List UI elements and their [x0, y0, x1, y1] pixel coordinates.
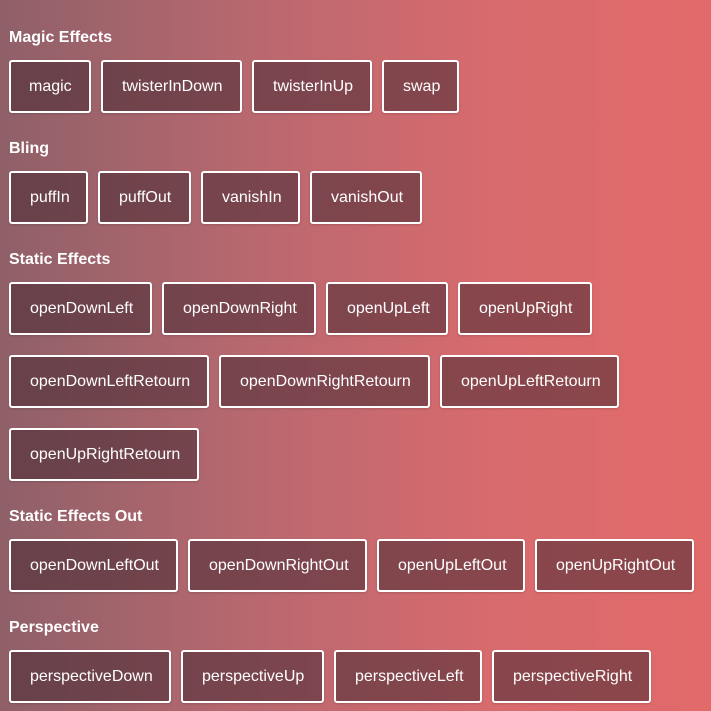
button-row-static-effects-1: openDownLeft openDownRight openUpLeft op…: [9, 282, 592, 335]
effect-button-openDownRight[interactable]: openDownRight: [162, 282, 316, 335]
effect-button-perspectiveDown[interactable]: perspectiveDown: [9, 650, 171, 703]
effect-button-twisterInUp[interactable]: twisterInUp: [252, 60, 372, 113]
effect-button-openUpRight[interactable]: openUpRight: [458, 282, 592, 335]
effect-button-openDownRightRetourn[interactable]: openDownRightRetourn: [219, 355, 430, 408]
section-title-static-effects: Static Effects: [9, 251, 111, 268]
effect-button-openDownLeftOut[interactable]: openDownLeftOut: [9, 539, 178, 592]
effects-demo-page: Magic Effects magic twisterInDown twiste…: [0, 0, 711, 711]
effect-button-twisterInDown[interactable]: twisterInDown: [101, 60, 242, 113]
effect-button-perspectiveRight[interactable]: perspectiveRight: [492, 650, 651, 703]
effect-button-openUpLeft[interactable]: openUpLeft: [326, 282, 448, 335]
effect-button-perspectiveLeft[interactable]: perspectiveLeft: [334, 650, 482, 703]
section-title-bling: Bling: [9, 140, 49, 157]
effect-button-magic[interactable]: magic: [9, 60, 91, 113]
effect-button-puffIn[interactable]: puffIn: [9, 171, 88, 224]
effect-button-openDownLeft[interactable]: openDownLeft: [9, 282, 152, 335]
effect-button-swap[interactable]: swap: [382, 60, 459, 113]
section-title-perspective: Perspective: [9, 619, 99, 636]
button-row-static-effects-2: openDownLeftRetourn openDownRightRetourn…: [9, 355, 619, 408]
effect-button-vanishIn[interactable]: vanishIn: [201, 171, 300, 224]
effect-button-openUpLeftOut[interactable]: openUpLeftOut: [377, 539, 525, 592]
button-row-static-effects-out: openDownLeftOut openDownRightOut openUpL…: [9, 539, 694, 592]
button-row-magic-effects: magic twisterInDown twisterInUp swap: [9, 60, 459, 113]
effect-button-openUpRightRetourn[interactable]: openUpRightRetourn: [9, 428, 199, 481]
effect-button-openUpRightOut[interactable]: openUpRightOut: [535, 539, 694, 592]
button-row-perspective: perspectiveDown perspectiveUp perspectiv…: [9, 650, 651, 703]
effect-button-vanishOut[interactable]: vanishOut: [310, 171, 422, 224]
effect-button-openDownRightOut[interactable]: openDownRightOut: [188, 539, 367, 592]
effect-button-perspectiveUp[interactable]: perspectiveUp: [181, 650, 324, 703]
effect-button-openDownLeftRetourn[interactable]: openDownLeftRetourn: [9, 355, 209, 408]
effect-button-puffOut[interactable]: puffOut: [98, 171, 191, 224]
effect-button-openUpLeftRetourn[interactable]: openUpLeftRetourn: [440, 355, 619, 408]
button-row-bling: puffIn puffOut vanishIn vanishOut: [9, 171, 422, 224]
section-title-static-effects-out: Static Effects Out: [9, 508, 143, 525]
button-row-static-effects-3: openUpRightRetourn: [9, 428, 199, 481]
section-title-magic-effects: Magic Effects: [9, 29, 113, 46]
